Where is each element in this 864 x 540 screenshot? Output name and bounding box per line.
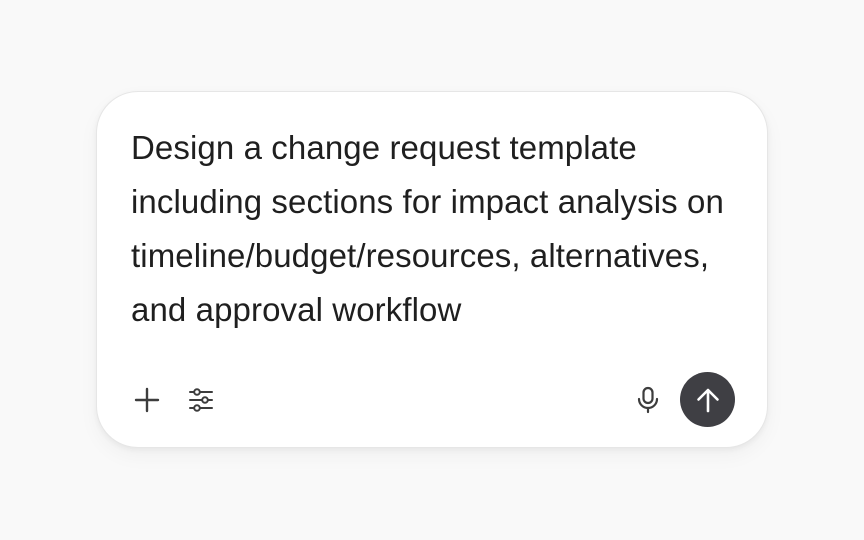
arrow-up-icon [695, 386, 721, 414]
voice-input-button[interactable] [628, 380, 668, 420]
microphone-icon [636, 386, 660, 414]
sliders-icon [188, 387, 214, 413]
tools-button[interactable] [181, 380, 221, 420]
prompt-composer: Design a change request template includi… [96, 91, 768, 448]
plus-icon [134, 387, 160, 413]
prompt-input[interactable]: Design a change request template includi… [131, 121, 746, 337]
send-button[interactable] [680, 372, 735, 427]
add-attachment-button[interactable] [127, 380, 167, 420]
